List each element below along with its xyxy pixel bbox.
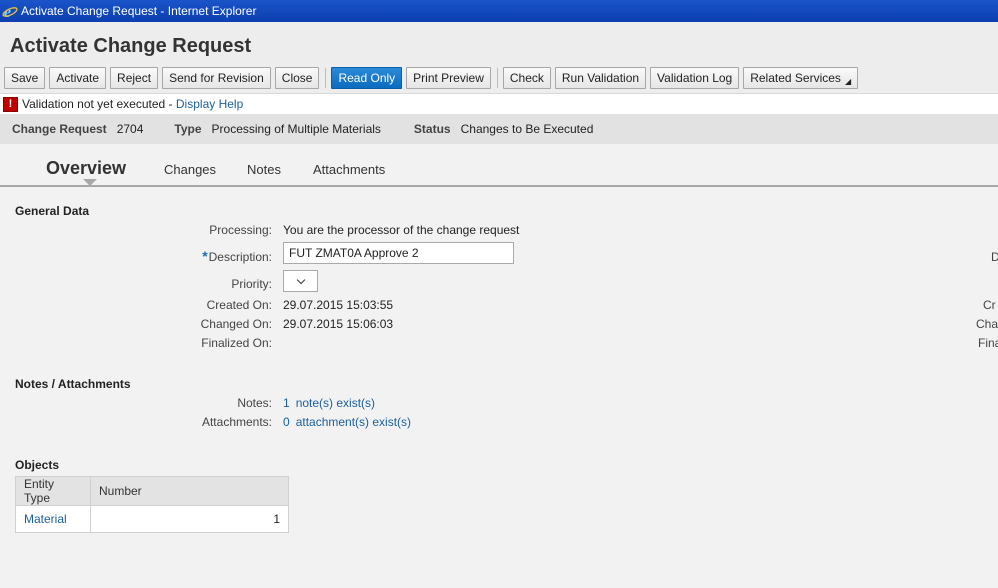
objects-table: Entity Type Number Material 1 xyxy=(15,476,289,533)
send-for-revision-button[interactable]: Send for Revision xyxy=(162,67,271,89)
message-text: Validation not yet executed xyxy=(22,97,166,111)
overview-content: General Data Processing: You are the pro… xyxy=(0,189,998,588)
toolbar: Save Activate Reject Send for Revision C… xyxy=(4,67,862,89)
tab-notes[interactable]: Notes xyxy=(247,162,281,177)
toolbar-separator xyxy=(496,68,498,88)
type-value: Processing of Multiple Materials xyxy=(211,122,381,136)
dropdown-corner-icon: ◢ xyxy=(844,76,852,86)
change-request-info-bar: Change Request 2704 Type Processing of M… xyxy=(0,114,998,144)
truncated-label: Cha xyxy=(976,317,998,331)
tab-changes[interactable]: Changes xyxy=(164,162,216,177)
truncated-label: Fina xyxy=(978,336,998,350)
chevron-down-icon xyxy=(296,275,305,284)
error-icon: ! xyxy=(3,96,18,112)
type-label: Type xyxy=(174,122,202,136)
related-services-label: Related Services xyxy=(750,71,841,85)
notes-label: Notes: xyxy=(237,396,272,410)
description-label: Description: xyxy=(208,250,272,264)
window-title: Activate Change Request - Internet Explo… xyxy=(21,4,257,18)
general-data-title: General Data xyxy=(15,204,90,218)
objects-title: Objects xyxy=(15,458,60,472)
number-cell: 1 xyxy=(90,505,289,533)
attachments-link[interactable]: attachment(s) exist(s) xyxy=(296,415,411,429)
priority-select[interactable] xyxy=(283,270,318,292)
change-request-label: Change Request xyxy=(12,122,107,136)
priority-label: Priority: xyxy=(231,277,272,291)
print-preview-button[interactable]: Print Preview xyxy=(406,67,491,89)
run-validation-button[interactable]: Run Validation xyxy=(554,67,647,89)
save-button[interactable]: Save xyxy=(4,67,46,89)
notes-count-link[interactable]: 1 xyxy=(283,396,290,410)
notes-link[interactable]: note(s) exist(s) xyxy=(296,396,375,410)
created-on-label: Created On: xyxy=(206,298,272,312)
toolbar-separator xyxy=(325,68,327,88)
reject-button[interactable]: Reject xyxy=(110,67,159,89)
ie-icon: e xyxy=(2,3,18,19)
changed-on-value: 29.07.2015 15:06:03 xyxy=(283,317,394,331)
read-only-button[interactable]: Read Only xyxy=(331,67,403,89)
close-button[interactable]: Close xyxy=(274,67,320,89)
attachments-count-link[interactable]: 0 xyxy=(283,415,290,429)
page-title: Activate Change Request xyxy=(10,35,252,57)
validation-log-button[interactable]: Validation Log xyxy=(650,67,740,89)
related-services-button[interactable]: Related Services ◢ xyxy=(743,67,859,89)
status-value: Changes to Be Executed xyxy=(460,122,594,136)
description-label-wrap: *Description: xyxy=(0,248,272,264)
check-button[interactable]: Check xyxy=(502,67,551,89)
attachments-label: Attachments: xyxy=(201,415,272,429)
required-marker: * xyxy=(202,248,208,264)
tab-attachments[interactable]: Attachments xyxy=(313,162,385,177)
tab-overview[interactable]: Overview xyxy=(46,158,126,179)
entity-type-cell: Material xyxy=(15,505,91,533)
description-field[interactable]: FUT ZMAT0A Approve 2 xyxy=(283,242,514,264)
tab-strip: Overview Changes Notes Attachments xyxy=(0,150,998,187)
active-tab-indicator xyxy=(83,179,97,186)
table-header-row: Entity Type Number xyxy=(15,476,289,506)
display-help-link[interactable]: Display Help xyxy=(176,97,243,111)
material-link[interactable]: Material xyxy=(24,512,67,526)
column-header-number[interactable]: Number xyxy=(90,476,289,506)
column-header-entity-type[interactable]: Entity Type xyxy=(15,476,91,506)
finalized-on-label: Finalized On: xyxy=(201,336,272,350)
notes-attachments-title: Notes / Attachments xyxy=(15,377,131,391)
window-title-bar: e Activate Change Request - Internet Exp… xyxy=(0,0,998,22)
status-label: Status xyxy=(413,122,451,136)
notes-value: 1 note(s) exist(s) xyxy=(283,396,375,410)
activate-button[interactable]: Activate xyxy=(49,67,107,89)
created-on-value: 29.07.2015 15:03:55 xyxy=(283,298,394,312)
message-separator: - xyxy=(165,97,176,111)
processing-label: Processing: xyxy=(209,223,272,237)
message-bar: ! Validation not yet executed - Display … xyxy=(0,94,998,114)
change-request-value: 2704 xyxy=(116,122,144,136)
changed-on-label: Changed On: xyxy=(200,317,272,331)
table-row: Material 1 xyxy=(15,505,289,533)
truncated-label: D xyxy=(991,250,998,264)
truncated-label: Cr xyxy=(983,298,996,312)
processing-value: You are the processor of the change requ… xyxy=(283,223,520,237)
attachments-value: 0 attachment(s) exist(s) xyxy=(283,415,411,429)
